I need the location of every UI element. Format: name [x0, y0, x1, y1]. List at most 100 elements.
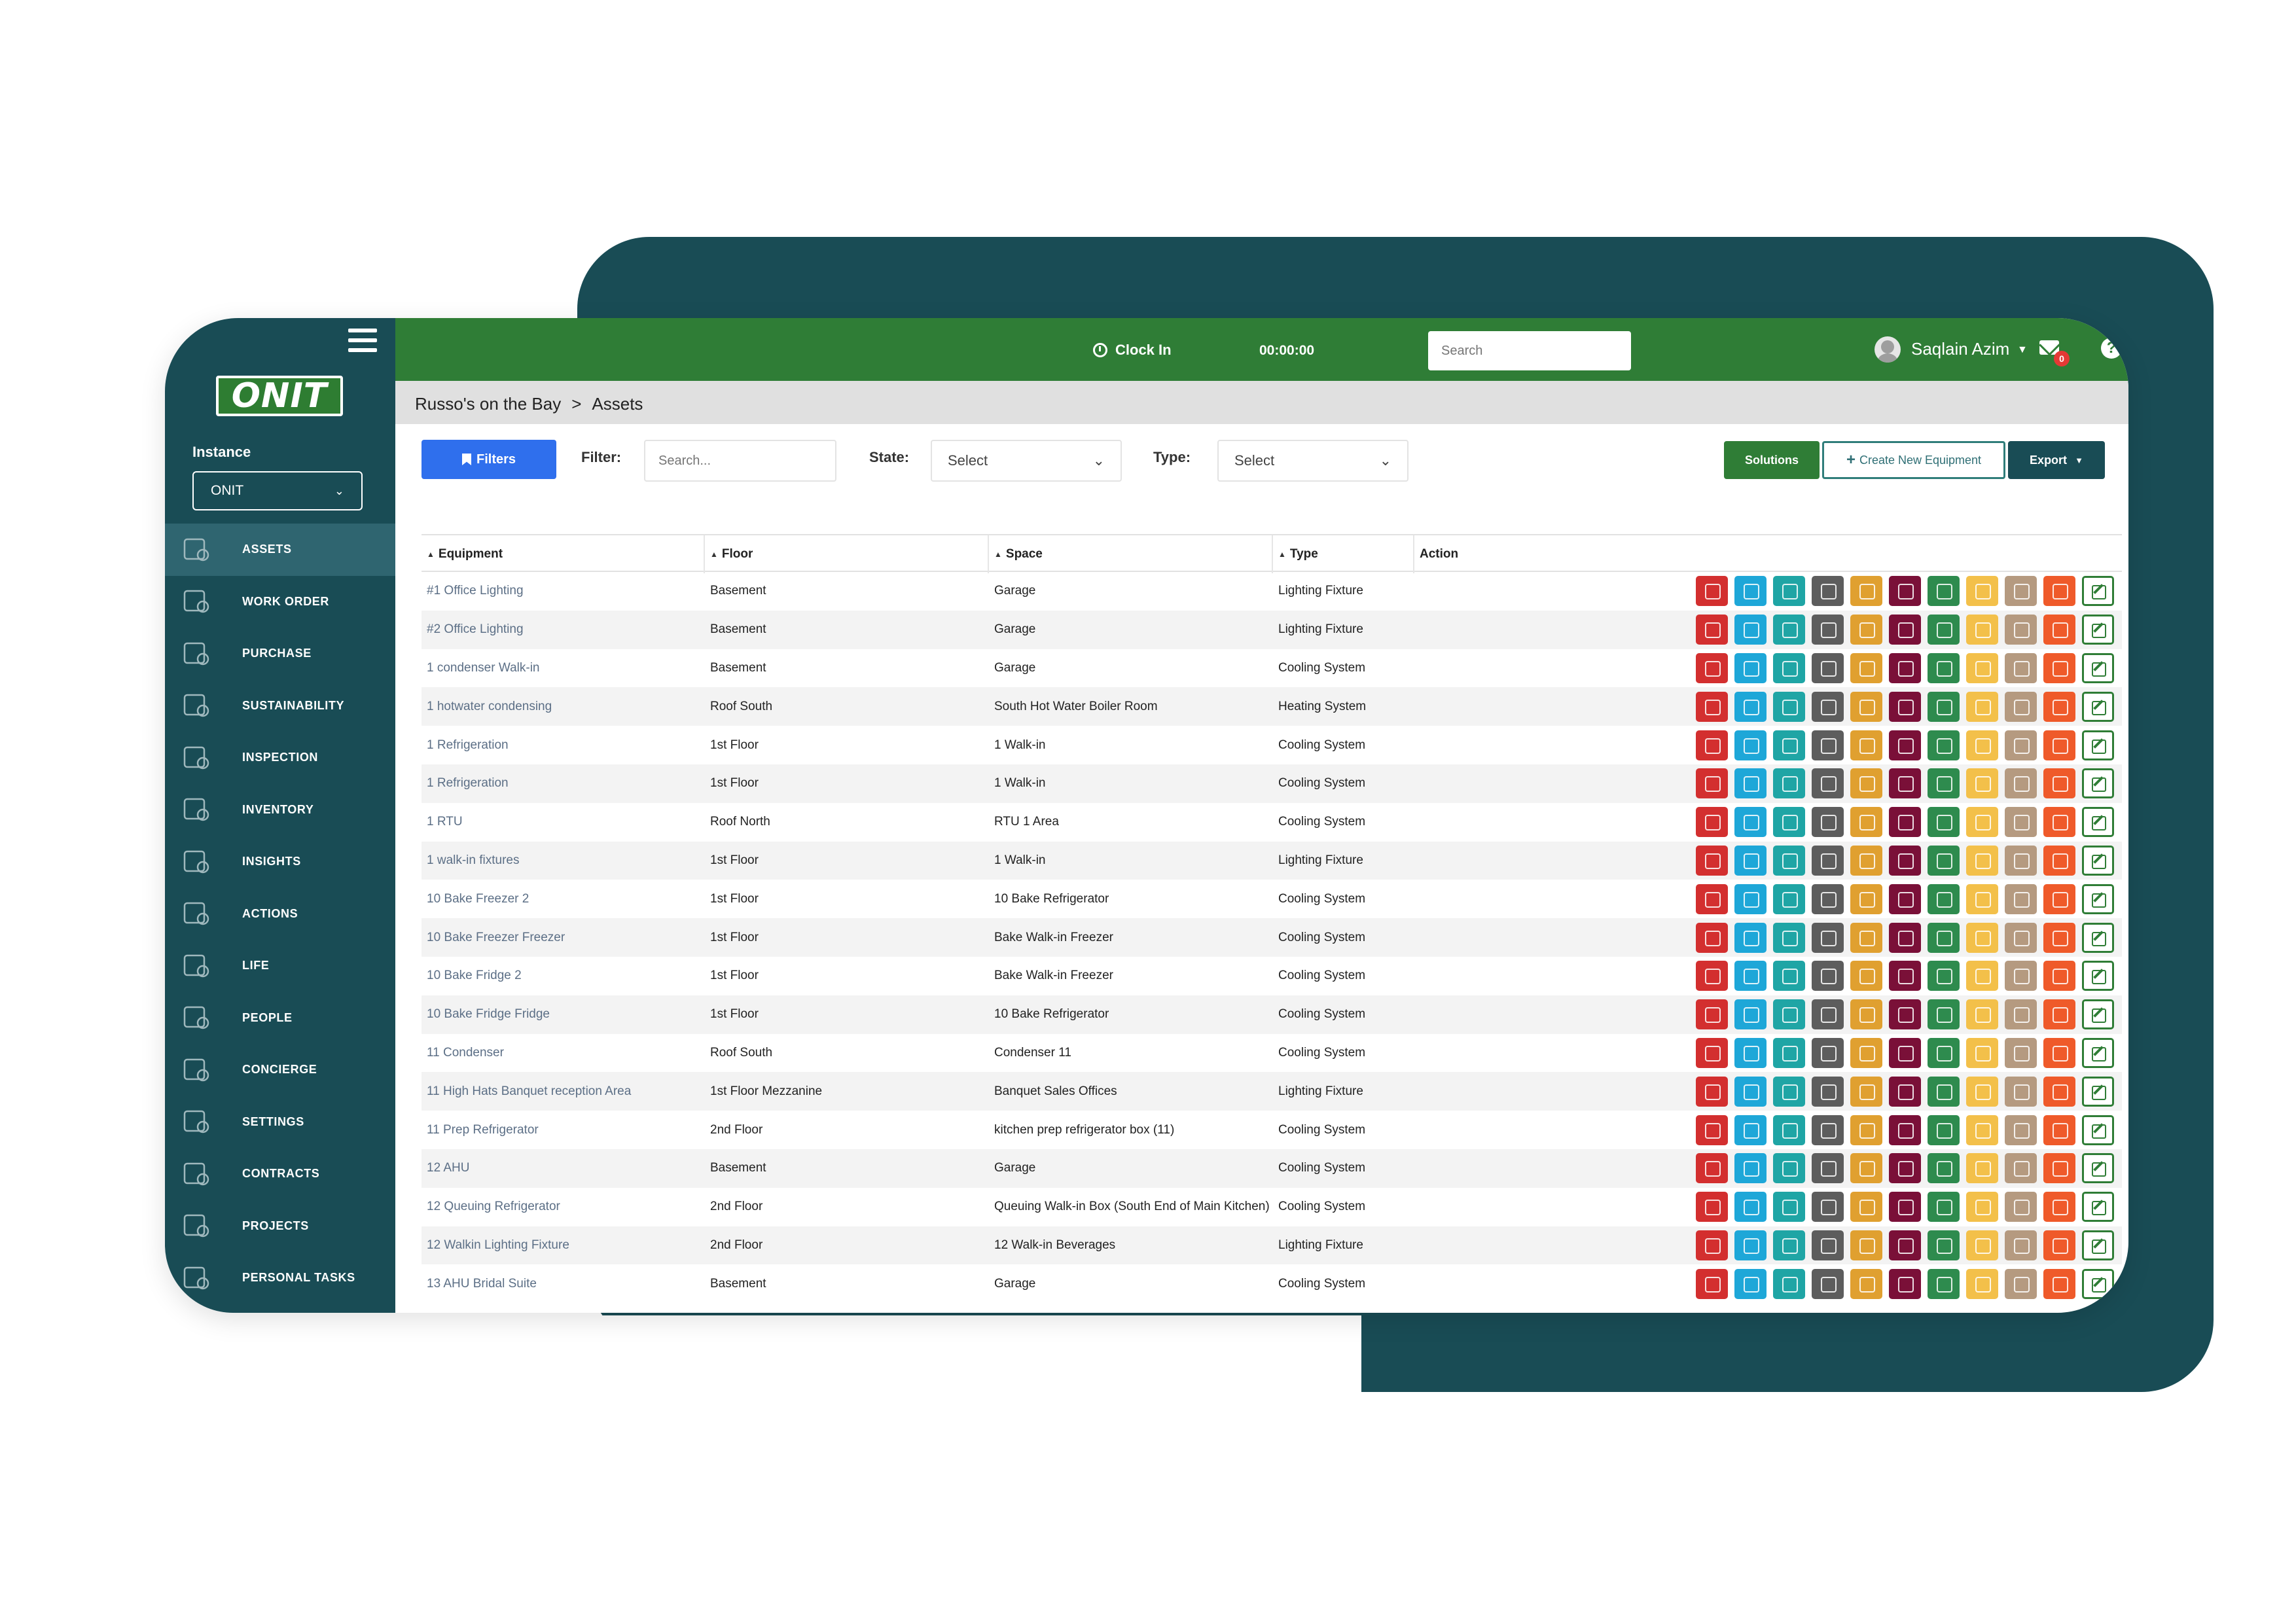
equipment-link[interactable]: 10 Bake Fridge Fridge [422, 1007, 705, 1022]
flow-icon[interactable] [1773, 768, 1805, 799]
report-icon[interactable] [1812, 652, 1844, 683]
location-icon[interactable] [1928, 807, 1960, 838]
thermometer-icon[interactable] [1734, 652, 1767, 683]
clock-in-button[interactable]: Clock In [1093, 342, 1172, 359]
equipment-link[interactable]: #2 Office Lighting [422, 622, 705, 637]
sidebar-item-personal-tasks[interactable]: PERSONAL TASKS [165, 1252, 395, 1304]
health-icon[interactable] [1889, 961, 1921, 991]
alarm-icon[interactable] [1696, 652, 1728, 683]
edit-icon[interactable] [2082, 615, 2114, 645]
type-select[interactable]: Select ⌄ [1217, 440, 1408, 482]
link-icon[interactable] [2005, 615, 2037, 645]
report-icon[interactable] [1812, 961, 1844, 991]
create-equipment-button[interactable]: + Create New Equipment [1822, 441, 2005, 479]
document-icon[interactable] [2043, 883, 2075, 914]
health-icon[interactable] [1889, 691, 1921, 722]
edit-icon[interactable] [2082, 845, 2114, 876]
edit-icon[interactable] [2082, 883, 2114, 914]
instance-select[interactable]: ONIT ⌄ [192, 471, 363, 510]
health-icon[interactable] [1889, 807, 1921, 838]
location-icon[interactable] [1928, 922, 1960, 953]
document-icon[interactable] [2043, 1230, 2075, 1260]
edit-icon[interactable] [2082, 999, 2114, 1030]
document-icon[interactable] [2043, 845, 2075, 876]
report-icon[interactable] [1812, 768, 1844, 799]
document-icon[interactable] [2043, 1153, 2075, 1184]
alarm-icon[interactable] [1696, 922, 1728, 953]
link-icon[interactable] [2005, 1115, 2037, 1145]
filters-button[interactable]: Filters [422, 440, 556, 479]
report-icon[interactable] [1812, 922, 1844, 953]
alarm-icon[interactable] [1696, 1192, 1728, 1222]
energy-icon[interactable] [1850, 768, 1882, 799]
health-icon[interactable] [1889, 883, 1921, 914]
flow-icon[interactable] [1773, 1268, 1805, 1299]
document-icon[interactable] [2043, 1037, 2075, 1068]
health-icon[interactable] [1889, 652, 1921, 683]
edit-icon[interactable] [2082, 730, 2114, 760]
edit-icon[interactable] [2082, 768, 2114, 799]
link-icon[interactable] [2005, 845, 2037, 876]
location-icon[interactable] [1928, 1153, 1960, 1184]
sidebar-item-sustainability[interactable]: SUSTAINABILITY [165, 680, 395, 732]
location-icon[interactable] [1928, 768, 1960, 799]
column-header-type[interactable]: ▲︎ Type [1273, 535, 1414, 573]
health-icon[interactable] [1889, 730, 1921, 760]
location-icon[interactable] [1928, 576, 1960, 607]
thermometer-icon[interactable] [1734, 1115, 1767, 1145]
flow-icon[interactable] [1773, 883, 1805, 914]
link-icon[interactable] [2005, 883, 2037, 914]
document-icon[interactable] [2043, 652, 2075, 683]
edit-icon[interactable] [2082, 691, 2114, 722]
document-icon[interactable] [2043, 999, 2075, 1030]
alarm-icon[interactable] [1696, 1115, 1728, 1145]
ladder-icon[interactable] [1966, 615, 1998, 645]
flow-icon[interactable] [1773, 961, 1805, 991]
link-icon[interactable] [2005, 1037, 2037, 1068]
report-icon[interactable] [1812, 807, 1844, 838]
flow-icon[interactable] [1773, 652, 1805, 683]
ladder-icon[interactable] [1966, 691, 1998, 722]
flow-icon[interactable] [1773, 999, 1805, 1030]
edit-icon[interactable] [2082, 961, 2114, 991]
report-icon[interactable] [1812, 999, 1844, 1030]
location-icon[interactable] [1928, 1230, 1960, 1260]
energy-icon[interactable] [1850, 615, 1882, 645]
sidebar-item-insights[interactable]: INSIGHTS [165, 836, 395, 888]
thermometer-icon[interactable] [1734, 1268, 1767, 1299]
thermometer-icon[interactable] [1734, 576, 1767, 607]
solutions-button[interactable]: Solutions [1724, 441, 1820, 479]
energy-icon[interactable] [1850, 961, 1882, 991]
report-icon[interactable] [1812, 1153, 1844, 1184]
flow-icon[interactable] [1773, 576, 1805, 607]
location-icon[interactable] [1928, 1192, 1960, 1222]
equipment-link[interactable]: 13 AHU Bridal Suite [422, 1277, 705, 1291]
filter-search-input[interactable] [644, 440, 836, 482]
report-icon[interactable] [1812, 883, 1844, 914]
energy-icon[interactable] [1850, 1037, 1882, 1068]
edit-icon[interactable] [2082, 1230, 2114, 1260]
document-icon[interactable] [2043, 1268, 2075, 1299]
edit-icon[interactable] [2082, 1192, 2114, 1222]
ladder-icon[interactable] [1966, 1037, 1998, 1068]
edit-icon[interactable] [2082, 922, 2114, 953]
state-select[interactable]: Select ⌄ [931, 440, 1122, 482]
location-icon[interactable] [1928, 999, 1960, 1030]
flow-icon[interactable] [1773, 1230, 1805, 1260]
equipment-link[interactable]: 11 High Hats Banquet reception Area [422, 1084, 705, 1099]
link-icon[interactable] [2005, 730, 2037, 760]
sidebar-item-purchase[interactable]: PURCHASE [165, 628, 395, 680]
thermometer-icon[interactable] [1734, 999, 1767, 1030]
location-icon[interactable] [1928, 845, 1960, 876]
thermometer-icon[interactable] [1734, 1153, 1767, 1184]
thermometer-icon[interactable] [1734, 807, 1767, 838]
health-icon[interactable] [1889, 576, 1921, 607]
flow-icon[interactable] [1773, 1115, 1805, 1145]
report-icon[interactable] [1812, 730, 1844, 760]
document-icon[interactable] [2043, 691, 2075, 722]
link-icon[interactable] [2005, 1153, 2037, 1184]
report-icon[interactable] [1812, 1037, 1844, 1068]
document-icon[interactable] [2043, 615, 2075, 645]
edit-icon[interactable] [2082, 807, 2114, 838]
energy-icon[interactable] [1850, 652, 1882, 683]
